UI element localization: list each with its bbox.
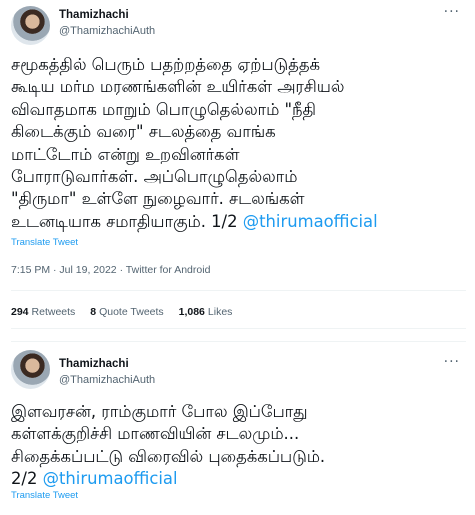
- divider: [11, 328, 466, 329]
- tweet-2[interactable]: Thamizhachi @ThamizhachiAuth ··· இளவரசன்…: [0, 342, 475, 515]
- tweet-text-line: விவாதமாக மாறும் பொழுதெல்லாம் "நீதி: [11, 99, 316, 119]
- tweet-text: சமூகத்தில் பெரும் பதற்றத்தை ஏற்படுத்தக் …: [11, 54, 466, 233]
- tweet-text-line: கள்ளக்குறிச்சி மாணவியின் சடலமும்...: [11, 424, 300, 444]
- tweet-text-line: சிதைக்கப்பட்டு விரைவில் புதைக்கப்படும்.: [11, 446, 326, 466]
- more-options-icon[interactable]: ···: [444, 4, 460, 20]
- mention-link[interactable]: @thirumaofficial: [43, 469, 178, 488]
- mention-link[interactable]: @thirumaofficial: [243, 212, 378, 231]
- tweet-text-line: மாட்டோம் என்று உறவினர்கள்: [11, 144, 240, 164]
- tweet-text-line: சமூகத்தில் பெரும் பதற்றத்தை ஏற்படுத்தக்: [11, 55, 321, 74]
- divider: [11, 290, 466, 291]
- quote-tweets-stat[interactable]: 8 Quote Tweets: [90, 306, 163, 318]
- tweet-text-segment: 2/2: [11, 469, 43, 489]
- tweet-1[interactable]: Thamizhachi @ThamizhachiAuth ··· சமூகத்த…: [0, 0, 475, 342]
- author-handle[interactable]: @ThamizhachiAuth: [59, 374, 155, 386]
- tweet-text-line: போராடுவார்கள். அப்பொழுதெல்லாம்: [11, 167, 298, 187]
- translate-tweet-link[interactable]: Translate Tweet: [11, 237, 78, 248]
- tweet-text-line: 2/2 @thirumaofficial: [11, 468, 466, 490]
- author-name[interactable]: Thamizhachi: [59, 9, 129, 21]
- author-handle[interactable]: @ThamizhachiAuth: [59, 25, 155, 37]
- tweet-text-line: உடனடியாக சமாதியாகும். 1/2 @thirumaoffici…: [11, 211, 466, 233]
- quote-tweets-label: Quote Tweets: [99, 306, 164, 318]
- translate-tweet-link[interactable]: Translate Tweet: [11, 490, 78, 501]
- tweet-text-segment: உடனடியாக சமாதியாகும். 1/2: [11, 211, 243, 231]
- avatar[interactable]: [11, 350, 50, 389]
- tweet-text-line: இளவரசன், ராம்குமார் போல இப்போது: [11, 402, 308, 421]
- tweet-text-line: கூடிய மர்ம மரணங்களின் உயிர்கள் அரசியல்: [11, 77, 345, 97]
- likes-count: 1,086: [178, 306, 205, 318]
- tweet-text: இளவரசன், ராம்குமார் போல இப்போது கள்ளக்கு…: [11, 401, 466, 491]
- likes-stat[interactable]: 1,086 Likes: [179, 306, 233, 318]
- retweets-count: 294: [11, 306, 29, 318]
- retweets-label: Retweets: [31, 306, 76, 318]
- quote-tweets-count: 8: [90, 306, 97, 318]
- tweet-text-line: "திருமா" உள்ளே நுழைவார். சடலங்கள்: [11, 189, 305, 209]
- tweet-timestamp[interactable]: 7:15 PM · Jul 19, 2022 · Twitter for And…: [11, 264, 210, 276]
- retweets-stat[interactable]: 294 Retweets: [11, 306, 75, 318]
- avatar[interactable]: [11, 6, 50, 45]
- more-options-icon[interactable]: ···: [444, 354, 460, 370]
- author-name[interactable]: Thamizhachi: [59, 358, 129, 370]
- engagement-stats: 294 Retweets 8 Quote Tweets 1,086 Likes: [11, 306, 244, 318]
- likes-label: Likes: [207, 306, 233, 318]
- tweet-text-line: கிடைக்கும் வரை" சடலத்தை வாங்க: [11, 122, 276, 142]
